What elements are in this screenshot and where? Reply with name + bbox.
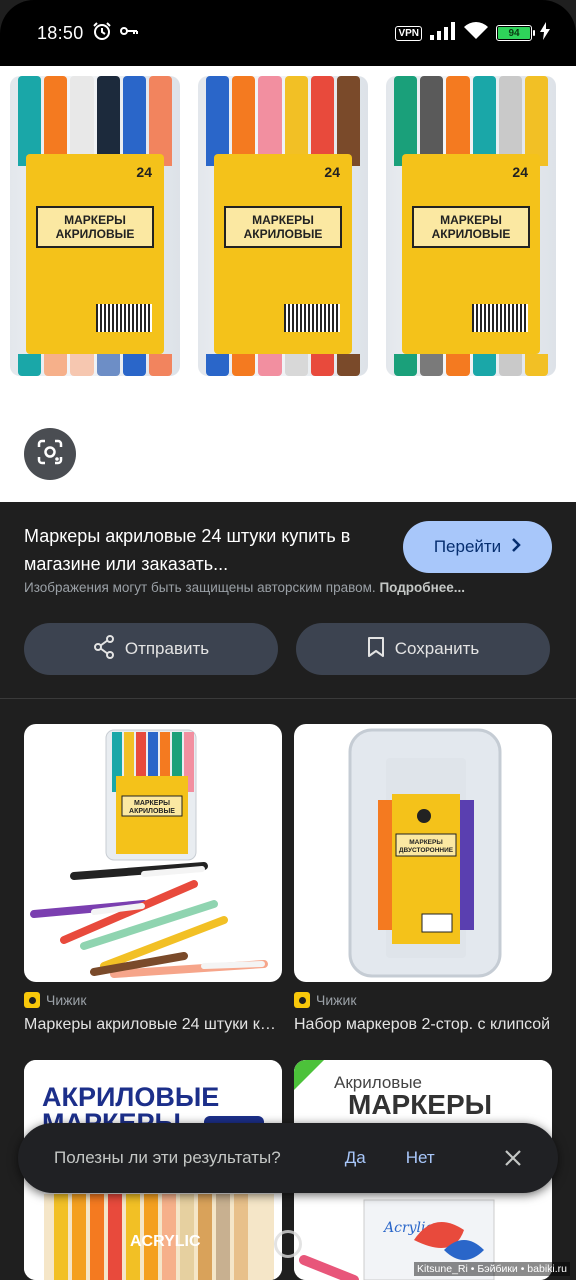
pack-count: 24 [136, 164, 152, 180]
alarm-icon [92, 21, 112, 46]
result-title[interactable]: Маркеры акриловые 24 штуки купить в мага… [24, 522, 364, 578]
goto-label: Перейти [433, 537, 502, 556]
lens-search-button[interactable] [24, 428, 76, 480]
svg-text:МАРКЕРЫ: МАРКЕРЫ [409, 839, 442, 846]
result-thumbnail[interactable]: МАРКЕРЫ АКРИЛОВЫЕ [24, 724, 282, 982]
source-name: Чижик [46, 992, 87, 1008]
bookmark-icon [367, 636, 385, 663]
related-result-card[interactable]: МАРКЕРЫ ДВУСТОРОННИЕ Чижик Набор маркеро… [294, 724, 552, 1034]
related-result-card[interactable]: МАРКЕРЫ АКРИЛОВЫЕ Чижик Маркеры акриловы… [24, 724, 282, 1034]
pack-title: МАРКЕРЫ АКРИЛОВЫЕ [36, 206, 154, 248]
product-pack: 24 МАРКЕРЫ АКРИЛОВЫЕ [10, 76, 180, 376]
source-label: Чижик [294, 990, 552, 1010]
watermark: Kitsune_Ri • Бэйбики • babiki.ru [414, 1262, 570, 1276]
source-name: Чижик [316, 992, 357, 1008]
save-button[interactable]: Сохранить [296, 623, 550, 675]
pack-count: 24 [512, 164, 528, 180]
lens-icon [36, 438, 64, 471]
copyright-notice: Изображения могут быть защищены авторски… [24, 580, 466, 595]
feedback-no-button[interactable]: Нет [406, 1148, 435, 1168]
feedback-bar: Полезны ли эти результаты? Да Нет [18, 1123, 558, 1193]
pack-title: МАРКЕРЫ АКРИЛОВЫЕ [412, 206, 530, 248]
goto-button[interactable]: Перейти [403, 521, 552, 573]
svg-text:ACRYLIC: ACRYLIC [130, 1233, 201, 1250]
more-info-link[interactable]: Подробнее... [379, 580, 465, 595]
main-image[interactable]: 24 МАРКЕРЫ АКРИЛОВЫЕ 24 МАРКЕРЫ АКРИЛОВЫЕ … [0, 66, 576, 502]
pack-title: МАРКЕРЫ АКРИЛОВЫЕ [224, 206, 342, 248]
share-button[interactable]: Отправить [24, 623, 278, 675]
product-pack: 24 МАРКЕРЫ АКРИЛОВЫЕ [198, 76, 368, 376]
status-time: 18:50 [37, 22, 84, 43]
chizhik-logo-icon [294, 992, 310, 1008]
barcode [96, 304, 152, 332]
status-bar: 18:50 VPN 94 [0, 0, 576, 66]
feedback-question: Полезны ли эти результаты? [54, 1148, 281, 1167]
barcode [472, 304, 528, 332]
chizhik-logo-icon [24, 992, 40, 1008]
wifi-icon [464, 21, 488, 45]
battery-icon: 94 [496, 25, 535, 41]
key-icon [119, 24, 138, 42]
close-icon[interactable] [504, 1149, 522, 1167]
card-title: Набор маркеров 2-стор. с клипсой [294, 1016, 551, 1033]
divider [0, 698, 576, 699]
svg-text:МАРКЕРЫ: МАРКЕРЫ [134, 800, 170, 807]
barcode [284, 304, 340, 332]
save-label: Сохранить [394, 639, 480, 658]
chevron-right-icon [511, 537, 521, 557]
svg-text:ДВУСТОРОННИЕ: ДВУСТОРОННИЕ [399, 847, 454, 854]
charging-icon [540, 21, 550, 45]
vpn-badge: VPN [395, 25, 422, 41]
feedback-yes-button[interactable]: Да [345, 1148, 366, 1168]
svg-text:МАРКЕРЫ: МАРКЕРЫ [348, 1089, 492, 1120]
battery-level: 94 [498, 27, 530, 39]
product-pack: 24 МАРКЕРЫ АКРИЛОВЫЕ [386, 76, 556, 376]
pack-count: 24 [324, 164, 340, 180]
result-thumbnail[interactable]: МАРКЕРЫ ДВУСТОРОННИЕ [294, 724, 552, 982]
source-label: Чижик [24, 990, 282, 1010]
home-button[interactable] [274, 1230, 302, 1258]
share-label: Отправить [124, 639, 210, 658]
result-info: Маркеры акриловые 24 штуки купить в мага… [0, 502, 576, 699]
signal-icon [430, 21, 456, 45]
svg-text:АКРИЛОВЫЕ: АКРИЛОВЫЕ [129, 808, 175, 815]
share-icon [93, 634, 115, 664]
card-title: Маркеры акриловые 24 штуки купить в мага… [24, 1016, 282, 1033]
